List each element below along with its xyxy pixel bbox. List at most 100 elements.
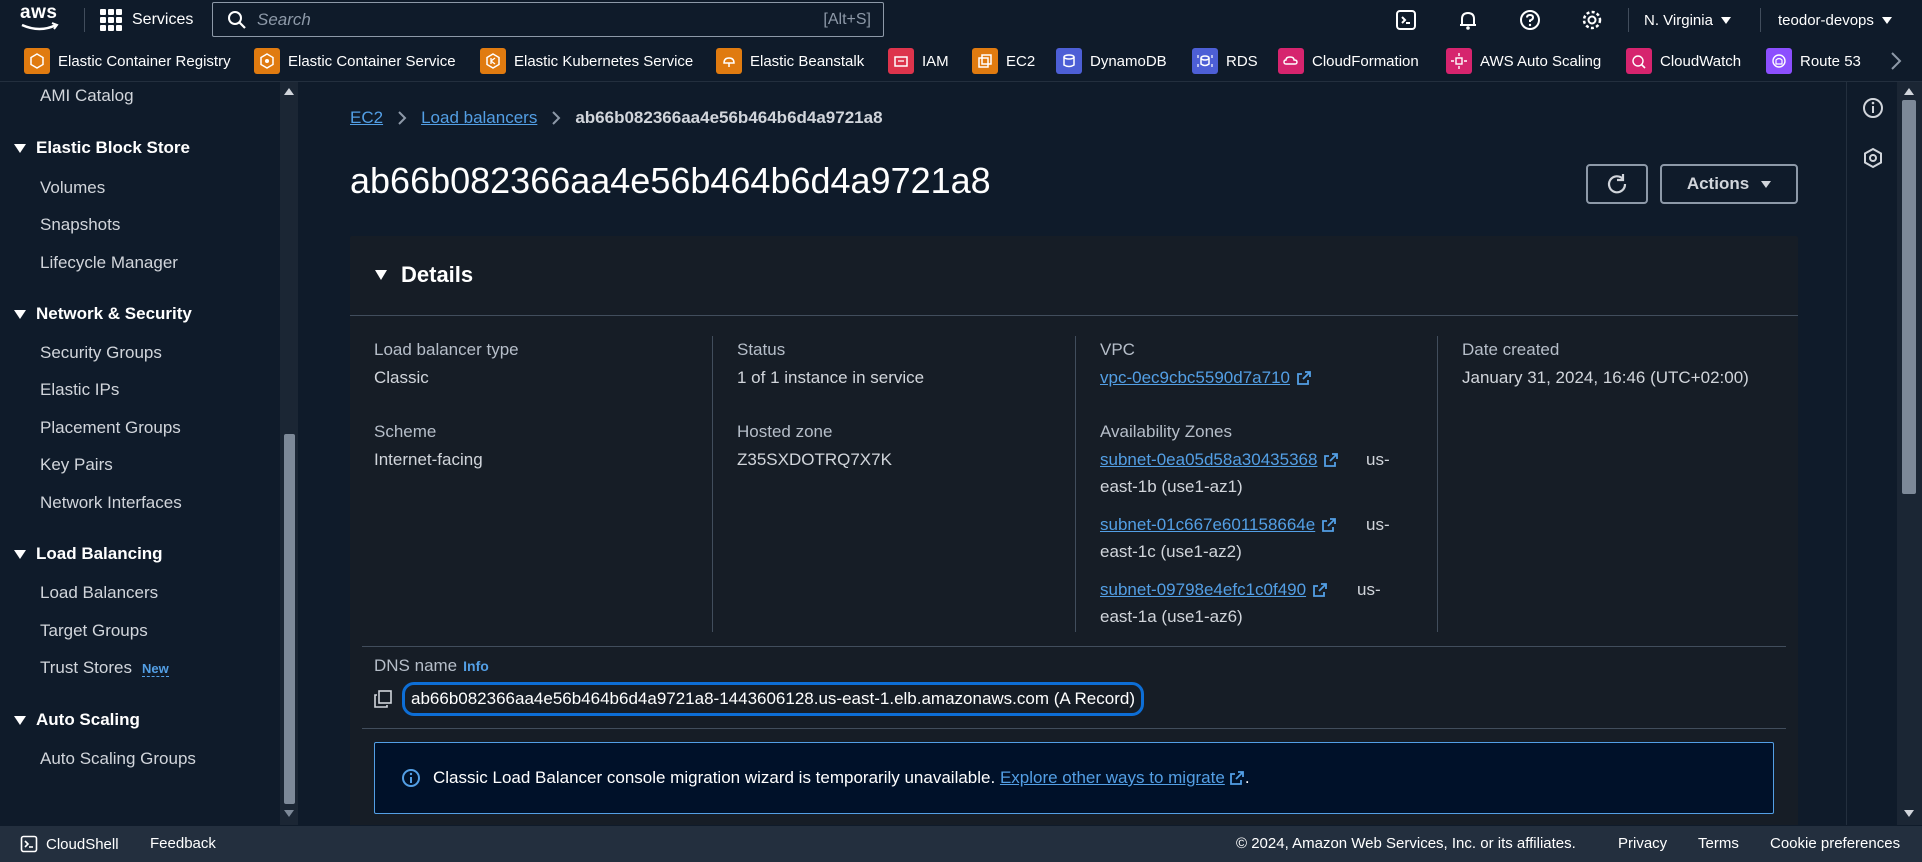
- search-input[interactable]: [257, 9, 777, 30]
- footer-cloudshell-label: CloudShell: [46, 835, 119, 853]
- account-menu[interactable]: teodor-devops: [1778, 0, 1892, 40]
- refresh-button[interactable]: [1586, 164, 1648, 204]
- sidebar-item-placement-groups[interactable]: Placement Groups: [40, 418, 181, 438]
- copy-icon[interactable]: [374, 690, 392, 708]
- new-badge: New: [141, 661, 169, 677]
- footer-privacy[interactable]: Privacy: [1618, 835, 1667, 852]
- subnet-link[interactable]: subnet-09798e4efc1c0f490: [1100, 580, 1328, 600]
- sidebar-item-trust-stores[interactable]: Trust Stores New: [40, 658, 169, 678]
- breadcrumb-load-balancers[interactable]: Load balancers: [421, 108, 537, 128]
- aws-logo[interactable]: aws: [20, 3, 64, 34]
- iam-icon: [888, 48, 914, 74]
- sidebar-item-snapshots[interactable]: Snapshots: [40, 215, 120, 235]
- footer-feedback[interactable]: Feedback: [150, 835, 216, 852]
- breadcrumb-current: ab66b082366aa4e56b464b6d4a9721a8: [575, 108, 883, 127]
- favorite-ec2[interactable]: EC2: [972, 48, 1035, 74]
- sidebar-scroll-thumb[interactable]: [284, 434, 295, 804]
- details-panel: Details Load balancer type Classic Schem…: [350, 236, 1798, 825]
- services-menu-button[interactable]: Services: [100, 0, 193, 40]
- external-link-icon: [1322, 518, 1337, 532]
- ecs-icon: [254, 48, 280, 74]
- alert-text: Classic Load Balancer console migration …: [433, 768, 1000, 787]
- gear-icon[interactable]: [1580, 8, 1604, 32]
- favorite-eks[interactable]: Elastic Kubernetes Service: [480, 48, 693, 74]
- sidebar-item-network-interfaces[interactable]: Network Interfaces: [40, 493, 182, 513]
- sidebar-section-network-security[interactable]: Network & Security: [14, 304, 192, 324]
- scheme-value: Internet-facing: [374, 450, 483, 469]
- sidebar-item-volumes[interactable]: Volumes: [40, 178, 105, 198]
- favorite-ecr[interactable]: Elastic Container Registry: [24, 48, 231, 74]
- sidebar-section-label: Load Balancing: [36, 544, 163, 563]
- sidebar-item-ami-catalog[interactable]: AMI Catalog: [40, 86, 134, 106]
- shield-icon[interactable]: [1861, 146, 1885, 170]
- favorite-cloudwatch[interactable]: CloudWatch: [1626, 48, 1741, 74]
- sidebar-item-target-groups[interactable]: Target Groups: [40, 621, 148, 641]
- footer-cookie-preferences[interactable]: Cookie preferences: [1770, 835, 1900, 852]
- hosted-zone-value: Z35SXDOTRQ7X7K: [737, 450, 892, 469]
- favorite-route53[interactable]: Route 53: [1766, 48, 1861, 74]
- dns-name-label: DNS name: [374, 656, 458, 675]
- dns-name-row: ab66b082366aa4e56b464b6d4a9721a8-1443606…: [374, 682, 1144, 716]
- cloudshell-icon[interactable]: [1394, 8, 1418, 32]
- column-divider: [712, 336, 713, 632]
- sidebar-section-ebs[interactable]: Elastic Block Store: [14, 138, 190, 158]
- sidebar-item-key-pairs[interactable]: Key Pairs: [40, 455, 113, 475]
- vpc-link[interactable]: vpc-0ec9cbc5590d7a710: [1100, 368, 1312, 388]
- sidebar-item-security-groups[interactable]: Security Groups: [40, 343, 162, 363]
- beanstalk-icon: [716, 48, 742, 74]
- favorite-ecs[interactable]: Elastic Container Service: [254, 48, 456, 74]
- aws-smile-icon: [21, 22, 59, 31]
- footer-terms[interactable]: Terms: [1698, 835, 1739, 852]
- dns-name-value[interactable]: ab66b082366aa4e56b464b6d4a9721a8-1443606…: [402, 682, 1144, 716]
- cloudformation-icon: [1278, 48, 1304, 74]
- favorite-beanstalk[interactable]: Elastic Beanstalk: [716, 48, 864, 74]
- sidebar: AMI Catalog Elastic Block Store Volumes …: [0, 82, 298, 825]
- favorite-cloudformation[interactable]: CloudFormation: [1278, 48, 1419, 74]
- actions-button[interactable]: Actions: [1660, 164, 1798, 204]
- favorites-scroll-right-icon[interactable]: [1888, 49, 1904, 73]
- footer-cloudshell[interactable]: CloudShell: [20, 835, 119, 853]
- grid-icon: [100, 9, 122, 31]
- sidebar-item-auto-scaling-groups[interactable]: Auto Scaling Groups: [40, 749, 196, 769]
- sidebar-item-load-balancers[interactable]: Load Balancers: [40, 583, 158, 603]
- region-label: N. Virginia: [1644, 11, 1713, 29]
- help-icon[interactable]: [1518, 8, 1542, 32]
- search-icon: [228, 10, 246, 29]
- sidebar-section-auto-scaling[interactable]: Auto Scaling: [14, 710, 140, 730]
- sidebar-item-lifecycle-manager[interactable]: Lifecycle Manager: [40, 253, 178, 273]
- subnet-link[interactable]: subnet-0ea05d58a30435368: [1100, 450, 1339, 470]
- scroll-up-icon[interactable]: [1904, 88, 1914, 95]
- favorite-label: RDS: [1226, 52, 1258, 70]
- scroll-down-icon[interactable]: [1904, 810, 1914, 817]
- chevron-right-icon: [552, 111, 561, 125]
- sidebar-item-elastic-ips[interactable]: Elastic IPs: [40, 380, 119, 400]
- breadcrumb: EC2 Load balancers ab66b082366aa4e56b464…: [350, 108, 883, 128]
- date-created-value: January 31, 2024, 16:46 (UTC+02:00): [1462, 368, 1749, 387]
- dns-name-label-row: DNS name Info: [374, 656, 489, 676]
- ecr-icon: [24, 48, 50, 74]
- search-box[interactable]: [Alt+S]: [212, 2, 884, 37]
- lb-type-value: Classic: [374, 368, 429, 387]
- bell-icon[interactable]: [1456, 8, 1480, 32]
- region-selector[interactable]: N. Virginia: [1644, 0, 1731, 40]
- explore-migrate-link[interactable]: Explore other ways to migrate: [1000, 768, 1245, 788]
- favorite-rds[interactable]: RDS: [1192, 48, 1258, 74]
- favorite-dynamodb[interactable]: DynamoDB: [1056, 48, 1167, 74]
- sidebar-section-load-balancing[interactable]: Load Balancing: [14, 544, 163, 564]
- hosted-zone-label: Hosted zone: [737, 422, 833, 441]
- scroll-up-icon[interactable]: [284, 88, 294, 95]
- page-title: ab66b082366aa4e56b464b6d4a9721a8: [350, 160, 991, 201]
- breadcrumb-ec2[interactable]: EC2: [350, 108, 383, 128]
- info-panel-icon[interactable]: [1861, 96, 1885, 120]
- subnet-link[interactable]: subnet-01c667e601158664e: [1100, 515, 1337, 535]
- favorite-label: Elastic Container Registry: [58, 52, 231, 70]
- favorite-iam[interactable]: IAM: [888, 48, 949, 74]
- chevron-right-icon: [398, 111, 407, 125]
- main-scroll-thumb[interactable]: [1902, 100, 1916, 494]
- details-header[interactable]: Details: [350, 236, 1798, 316]
- info-link[interactable]: Info: [463, 658, 489, 674]
- favorite-label: Elastic Beanstalk: [750, 52, 865, 70]
- favorite-autoscaling[interactable]: AWS Auto Scaling: [1446, 48, 1601, 74]
- az-suffix: us-: [1366, 450, 1390, 469]
- scroll-down-icon[interactable]: [284, 810, 294, 817]
